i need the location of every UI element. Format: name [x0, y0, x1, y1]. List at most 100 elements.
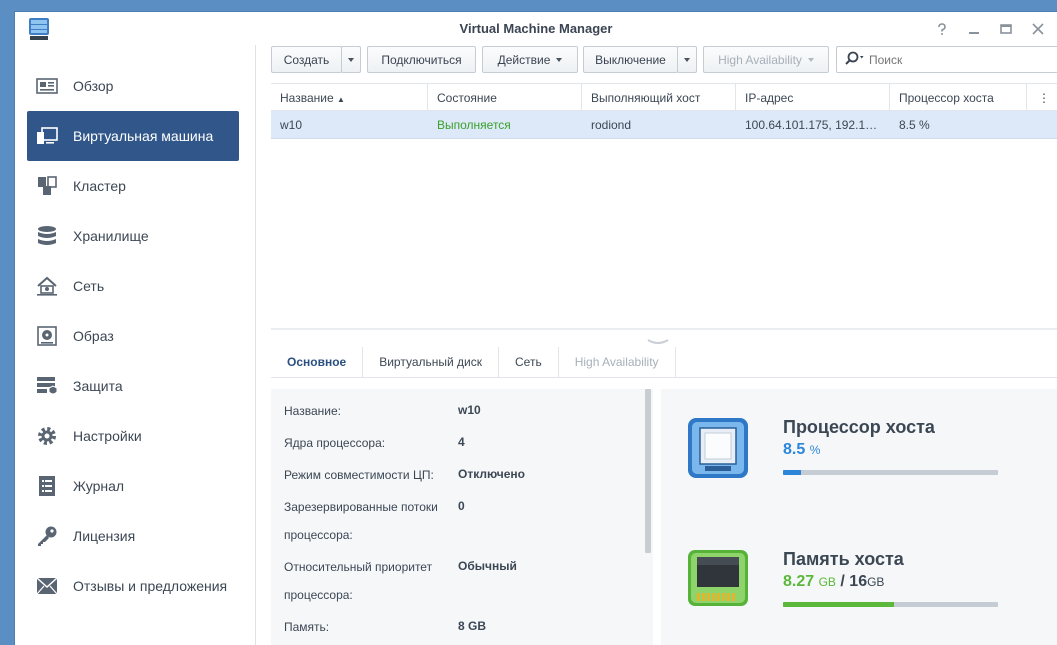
cell-state: Выполняется: [437, 118, 511, 132]
cpu-usage-bar: [783, 470, 998, 475]
network-icon: [35, 274, 59, 298]
panel-splitter[interactable]: [271, 328, 1057, 330]
column-header-cpu[interactable]: Процессор хоста: [890, 84, 1027, 110]
help-icon[interactable]: [933, 20, 951, 38]
sidebar-item-label: Лицензия: [73, 528, 136, 544]
gear-icon: [35, 424, 59, 448]
column-menu-icon[interactable]: ⋮: [1027, 84, 1056, 110]
tab-general[interactable]: Основное: [271, 347, 364, 378]
tab-high-availability[interactable]: High Availability: [559, 347, 676, 378]
cpu-value: 8.5 %: [783, 441, 820, 459]
title-bar: Virtual Machine Manager: [15, 12, 1057, 45]
sidebar-item-label: Виртуальная машина: [73, 128, 214, 144]
memory-total-unit: GB: [867, 575, 885, 589]
high-availability-button[interactable]: High Availability: [703, 46, 829, 73]
detail-tabs: Основное Виртуальный диск Сеть High Avai…: [271, 347, 1057, 378]
column-header-name[interactable]: Название ▲: [271, 84, 428, 110]
memory-used-unit: GB: [818, 575, 836, 589]
sidebar-item-settings[interactable]: Настройки: [27, 411, 239, 461]
search-icon[interactable]: [845, 51, 867, 68]
tab-network[interactable]: Сеть: [499, 347, 559, 378]
chevron-down-icon: [684, 57, 690, 62]
image-icon: [35, 324, 59, 348]
key-icon: [35, 524, 59, 548]
sidebar-item-overview[interactable]: Обзор: [27, 61, 239, 111]
chevron-down-icon: [807, 57, 814, 62]
memory-title: Память хоста: [783, 549, 904, 569]
cpu-usage-fill: [783, 470, 802, 475]
column-header-state[interactable]: Состояние: [428, 84, 582, 110]
detail-label: Ядра процессора:: [284, 436, 386, 450]
vm-grid: Название ▲ Состояние Выполняющий хост IP…: [271, 83, 1057, 315]
sidebar-item-protection[interactable]: Защита: [27, 361, 239, 411]
sidebar-item-label: Сеть: [73, 278, 105, 294]
memory-used: 8.27: [783, 573, 815, 590]
minimize-icon[interactable]: [965, 20, 983, 38]
create-button[interactable]: Создать: [271, 46, 342, 73]
maximize-icon[interactable]: [997, 20, 1015, 38]
sidebar-item-label: Настройки: [73, 428, 142, 444]
window-title: Virtual Machine Manager: [459, 21, 613, 36]
log-icon: [35, 474, 59, 498]
memory-usage-fill: [783, 602, 895, 607]
detail-label-cont: процессора:: [284, 528, 353, 542]
search-box[interactable]: [836, 46, 1057, 73]
sidebar: Обзор Виртуальная машина Кластер Хранили…: [15, 45, 256, 645]
detail-label-cont: процессора:: [284, 588, 353, 602]
details-panel: Название: w10 Ядра процессора: 4 Режим с…: [271, 389, 653, 645]
sidebar-item-virtual-machine[interactable]: Виртуальная машина: [27, 111, 239, 161]
sidebar-item-label: Защита: [73, 378, 123, 394]
sort-asc-icon: ▲: [336, 95, 345, 104]
sidebar-item-label: Хранилище: [73, 228, 149, 244]
shutdown-button[interactable]: Выключение: [583, 46, 678, 73]
sidebar-item-log[interactable]: Журнал: [27, 461, 239, 511]
detail-value: Отключено: [458, 467, 525, 481]
stats-panel: Процессор хоста 8.5 % Память хоста 8.27 …: [661, 389, 1057, 645]
detail-label: Память:: [284, 620, 330, 634]
memory-icon: [687, 549, 749, 614]
shutdown-dropdown-button[interactable]: [677, 46, 697, 73]
memory-separator: /: [840, 573, 845, 590]
sidebar-item-label: Обзор: [73, 78, 114, 94]
tab-virtual-disk[interactable]: Виртуальный диск: [363, 347, 500, 378]
table-row[interactable]: w10 Выполняется rodiond 100.64.101.175, …: [271, 111, 1057, 139]
sidebar-item-feedback[interactable]: Отзывы и предложения: [27, 561, 239, 611]
sidebar-item-storage[interactable]: Хранилище: [27, 211, 239, 261]
grid-header: Название ▲ Состояние Выполняющий хост IP…: [271, 83, 1057, 111]
high-availability-label: High Availability: [718, 52, 802, 67]
details-scrollbar[interactable]: [645, 389, 651, 553]
cell-host: rodiond: [591, 118, 632, 132]
detail-value: 0: [458, 499, 465, 513]
detail-label: Зарезервированные потоки: [284, 500, 438, 514]
detail-value: 4: [458, 435, 465, 449]
memory-usage-bar: [783, 602, 998, 607]
cpu-value-number: 8.5: [783, 441, 806, 458]
memory-total: 16: [849, 573, 868, 590]
overview-icon: [35, 74, 59, 98]
sidebar-item-network[interactable]: Сеть: [27, 261, 239, 311]
memory-value: 8.27 GB / 16GB: [783, 573, 884, 591]
connect-button[interactable]: Подключиться: [367, 46, 476, 73]
splitter-handle-icon[interactable]: [647, 334, 669, 344]
detail-value: 8 GB: [458, 619, 487, 633]
vm-icon: [35, 124, 59, 148]
action-button[interactable]: Действие: [482, 46, 578, 73]
sidebar-item-image[interactable]: Образ: [27, 311, 239, 361]
search-input[interactable]: [869, 52, 1019, 67]
chevron-down-icon: [348, 57, 354, 62]
cpu-title: Процессор хоста: [783, 417, 935, 437]
close-icon[interactable]: [1029, 20, 1047, 38]
detail-value: w10: [458, 403, 481, 417]
detail-value: Обычный: [458, 559, 517, 573]
column-header-host[interactable]: Выполняющий хост: [582, 84, 736, 110]
create-dropdown-button[interactable]: [341, 46, 361, 73]
chevron-down-icon: [556, 57, 563, 62]
cpu-value-unit: %: [809, 443, 821, 457]
sidebar-item-cluster[interactable]: Кластер: [27, 161, 239, 211]
sidebar-item-license[interactable]: Лицензия: [27, 511, 239, 561]
sidebar-item-label: Журнал: [73, 478, 125, 494]
action-label: Действие: [497, 52, 551, 67]
cell-ip: 100.64.101.175, 192.1…: [745, 118, 878, 132]
column-header-ip[interactable]: IP-адрес: [736, 84, 890, 110]
main-panel: Создать Подключиться Действие Выключение…: [271, 45, 1057, 645]
